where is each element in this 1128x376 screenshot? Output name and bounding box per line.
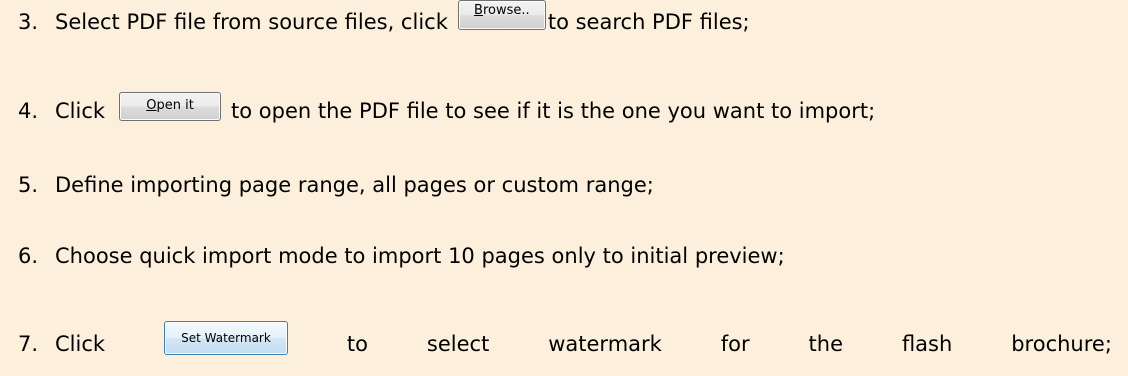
step-4: 4. Click Open it to open the PDF file to se… [18,91,1112,131]
step-7: 7. Click Set Watermark to select watermar… [18,321,1112,364]
step-text: Select PDF file from source files, click [55,10,448,34]
step-word: Click [55,332,106,356]
step-word: the [808,332,844,356]
step-text: to search PDF files; [547,10,750,34]
step-text: Choose quick import mode to import 10 pa… [55,244,785,268]
step-3: 3. Select PDF file from source files, cli… [18,0,1112,42]
set-watermark-button[interactable]: Set Watermark [163,321,288,355]
step-number: 6. [18,244,39,268]
step-text: Define importing page range, all pages o… [55,173,654,197]
step-text: to open the PDF file to see if it is the… [231,99,876,123]
step-number: 4. [18,99,39,123]
open-it-button-accel: O [146,97,157,113]
step-number: 7. [18,332,39,356]
open-it-button[interactable]: Open it [119,91,222,121]
step-6: 6. Choose quick import mode to import 10 … [18,236,1112,276]
step-5: 5. Define importing page range, all pages… [18,165,1112,205]
step-word: flash [901,332,953,356]
step-word: brochure; [1011,332,1112,356]
browse-button-accel: B [474,3,483,18]
step-word: watermark [548,332,662,356]
step-text: Click [55,99,106,123]
open-it-button-label: pen it [156,97,194,113]
browse-button[interactable]: Browse.. [457,0,546,30]
step-word: to [346,332,368,356]
step-number: 5. [18,173,39,197]
step-word: for [720,332,750,356]
step-number: 3. [18,10,39,34]
step-7-lead: 7. Click [18,324,105,364]
step-word: select [426,332,490,356]
browse-button-label: rowse.. [482,3,530,18]
